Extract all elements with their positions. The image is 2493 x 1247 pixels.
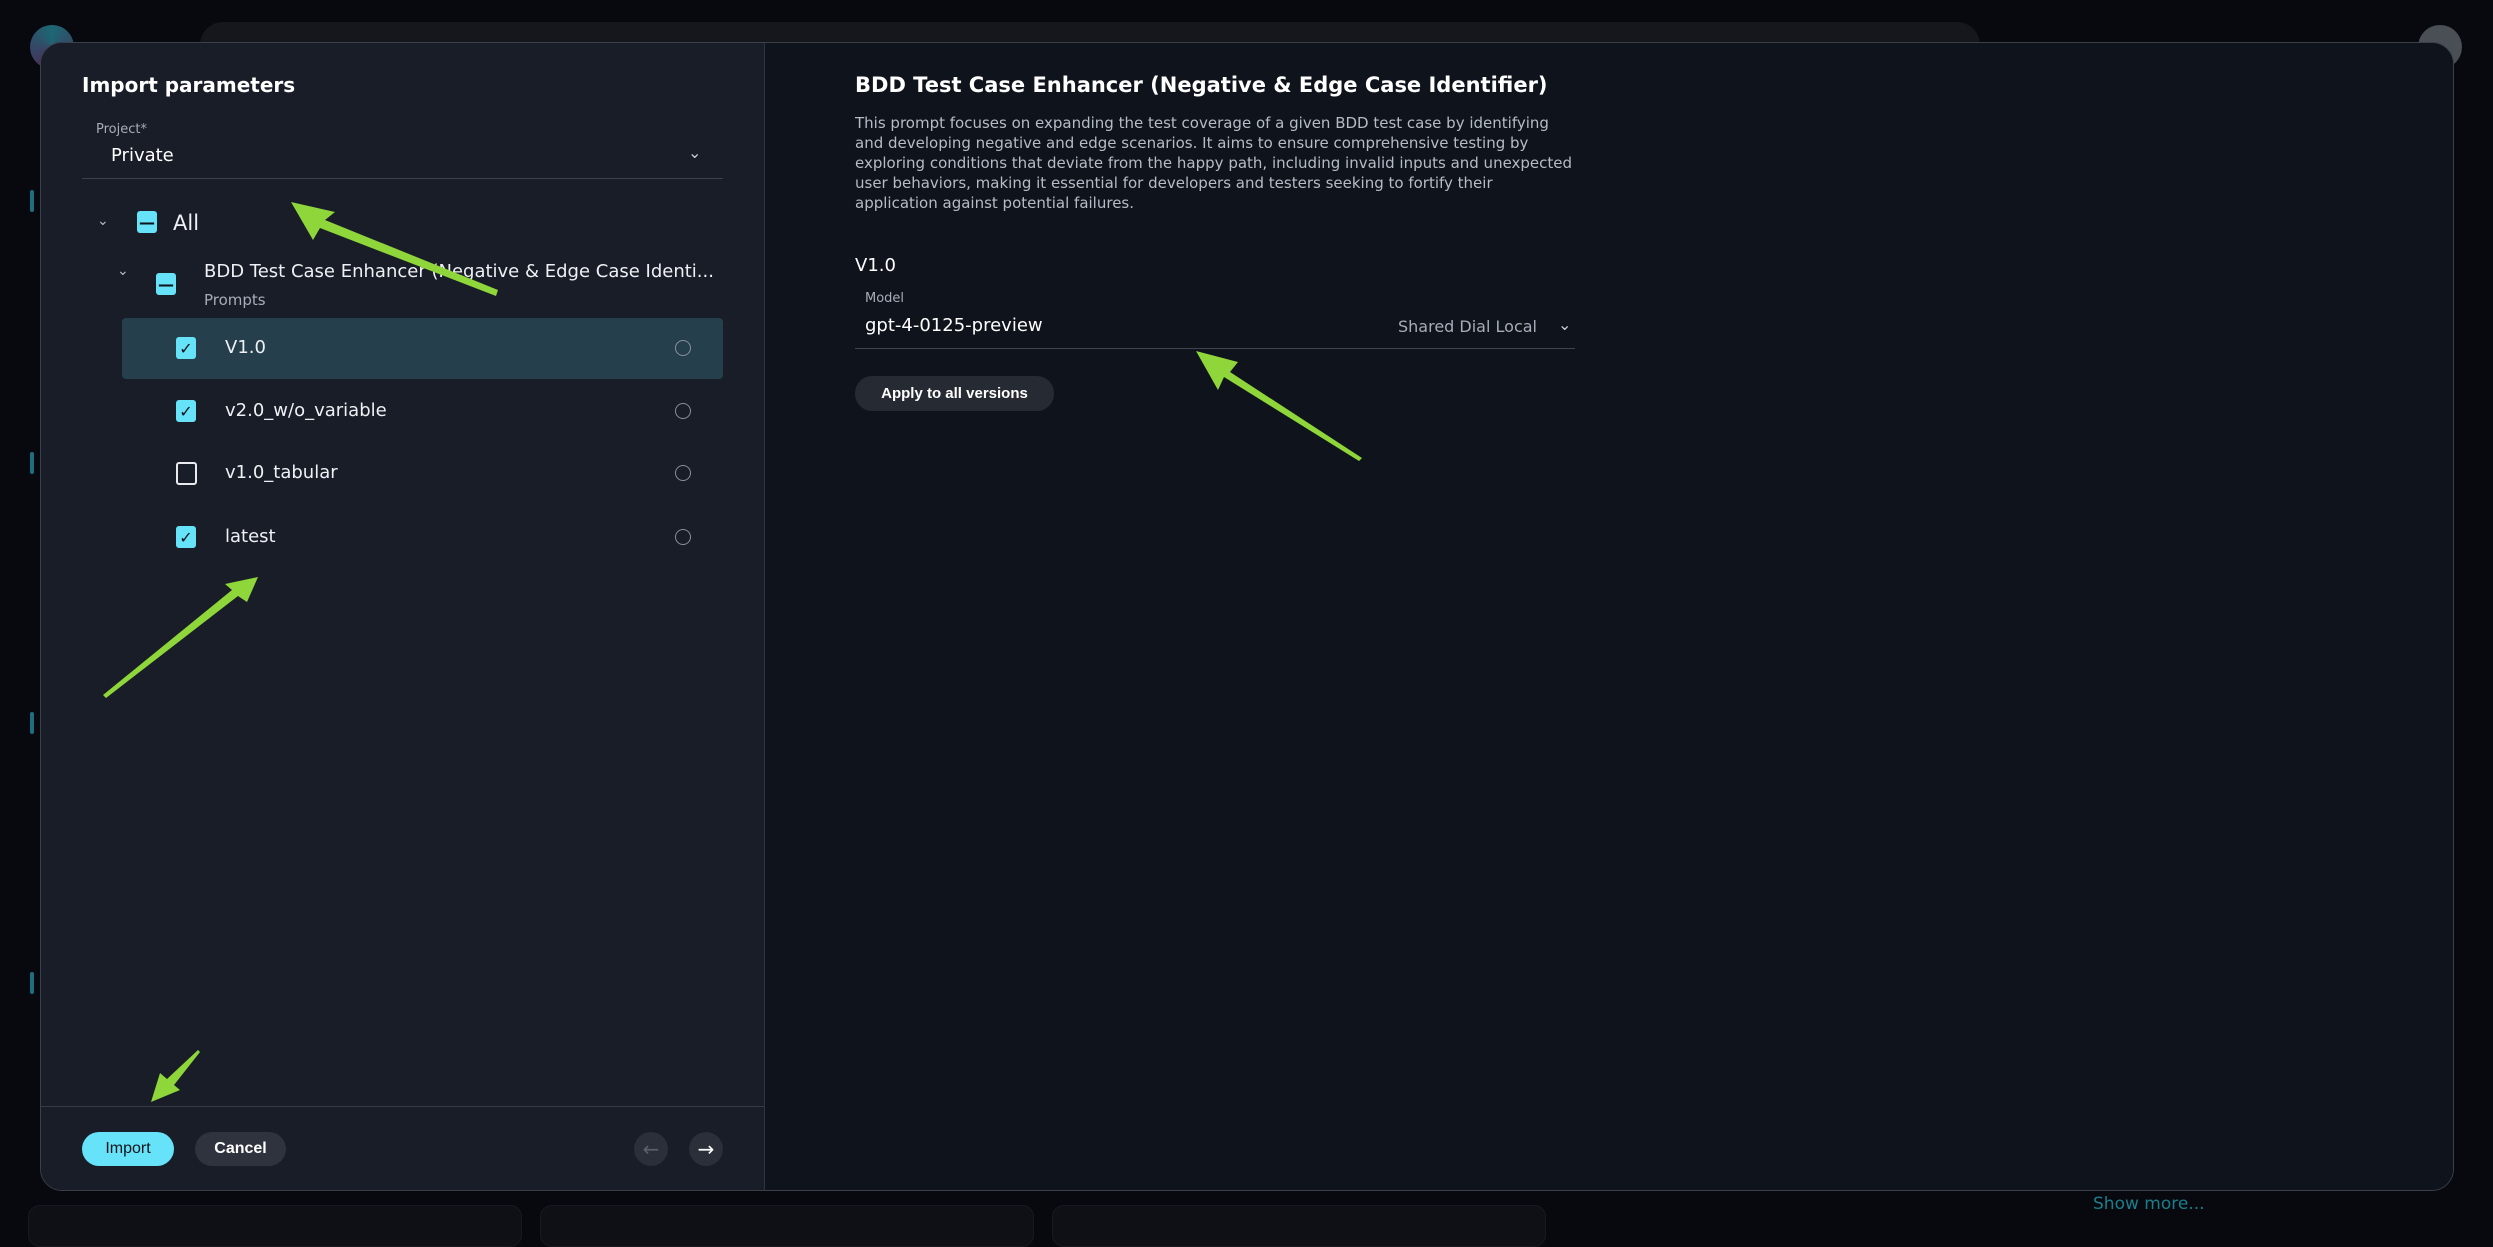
prompt-name: BDD Test Case Enhancer (Negative & Edge … — [204, 261, 714, 282]
background-card — [540, 1205, 1034, 1247]
background-card — [1052, 1205, 1546, 1247]
divider — [855, 348, 1575, 349]
chevron-down-icon[interactable]: ⌄ — [117, 263, 129, 279]
version-radio[interactable] — [675, 340, 691, 356]
version-radio[interactable] — [675, 403, 691, 419]
prompt-type: Prompts — [204, 291, 266, 309]
version-radio[interactable] — [675, 529, 691, 545]
prompt-title: BDD Test Case Enhancer (Negative & Edge … — [855, 73, 1548, 97]
divider — [82, 178, 723, 179]
prompt-details-panel: BDD Test Case Enhancer (Negative & Edge … — [765, 43, 2453, 1190]
background-accent — [30, 972, 34, 994]
model-select[interactable]: gpt-4-0125-preview — [865, 315, 1043, 336]
version-checkbox[interactable] — [176, 462, 197, 485]
import-parameters-panel: Import parameters Project* Private ⌄ ⌄ —… — [41, 43, 765, 1190]
all-checkbox[interactable]: — — [137, 211, 157, 233]
chevron-down-icon[interactable]: ⌄ — [1558, 315, 1571, 334]
arrow-right-icon[interactable]: → — [689, 1132, 723, 1166]
apply-to-all-versions-button[interactable]: Apply to all versions — [855, 376, 1054, 411]
chevron-down-icon[interactable]: ⌄ — [97, 213, 109, 229]
version-label: latest — [225, 526, 276, 547]
chevron-down-icon[interactable]: ⌄ — [688, 143, 701, 162]
show-more-link[interactable]: Show more... — [2093, 1194, 2205, 1214]
project-select[interactable]: Private — [111, 145, 174, 166]
panel-title: Import parameters — [82, 73, 296, 97]
import-modal: Import parameters Project* Private ⌄ ⌄ —… — [40, 42, 2454, 1191]
prompt-description: This prompt focuses on expanding the tes… — [855, 114, 1573, 212]
version-label: v2.0_w/o_variable — [225, 400, 387, 421]
version-radio[interactable] — [675, 465, 691, 481]
all-label: All — [173, 211, 200, 235]
version-checkbox[interactable]: ✓ — [176, 337, 196, 359]
version-checkbox[interactable]: ✓ — [176, 526, 196, 548]
version-label: V1.0 — [225, 337, 266, 358]
background-accent — [30, 190, 34, 212]
arrow-left-icon[interactable]: ← — [634, 1132, 668, 1166]
model-label: Model — [865, 291, 905, 306]
background-accent — [30, 712, 34, 734]
selected-row-highlight — [122, 318, 723, 379]
project-label: Project* — [96, 122, 147, 137]
footer-divider — [41, 1106, 764, 1107]
background-accent — [30, 452, 34, 474]
model-source: Shared Dial Local — [1398, 317, 1537, 336]
cancel-button[interactable]: Cancel — [195, 1132, 286, 1166]
version-heading: V1.0 — [855, 255, 896, 276]
version-label: v1.0_tabular — [225, 462, 338, 483]
background-card — [28, 1205, 522, 1247]
import-button[interactable]: Import — [82, 1132, 174, 1166]
prompt-checkbox[interactable]: — — [156, 273, 176, 295]
version-checkbox[interactable]: ✓ — [176, 400, 196, 422]
